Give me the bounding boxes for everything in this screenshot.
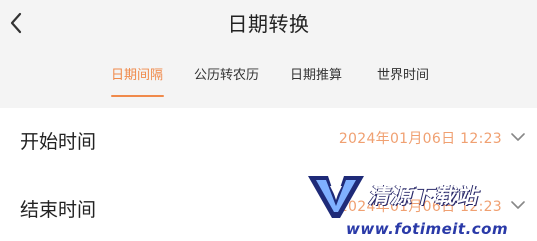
active-tab-indicator — [111, 95, 164, 97]
tab-bar: 日期间隔 公历转农历 日期推算 世界时间 — [0, 64, 537, 100]
tab-world-time[interactable]: 世界时间 — [377, 64, 429, 83]
watermark-url: www.fotimeit.com — [346, 220, 509, 238]
start-time-value[interactable]: 2024年01月06日 12:23 — [339, 128, 502, 148]
watermark: 清源下载站 www.fotimeit.com — [306, 170, 537, 241]
end-time-label: 结束时间 — [20, 199, 97, 221]
tab-date-interval[interactable]: 日期间隔 — [111, 64, 163, 83]
watermark-text: 清源下载站 — [368, 184, 478, 208]
top-bar: 日期转换 — [0, 0, 537, 50]
start-time-label: 开始时间 — [20, 131, 97, 153]
page-title: 日期转换 — [227, 12, 310, 36]
tab-date-calculation[interactable]: 日期推算 — [290, 64, 342, 83]
watermark-logo-icon — [308, 176, 364, 218]
chevron-down-icon[interactable] — [511, 132, 525, 142]
start-time-row[interactable]: 开始时间 2024年01月06日 12:23 — [0, 108, 537, 164]
tab-solar-to-lunar[interactable]: 公历转农历 — [194, 64, 259, 83]
